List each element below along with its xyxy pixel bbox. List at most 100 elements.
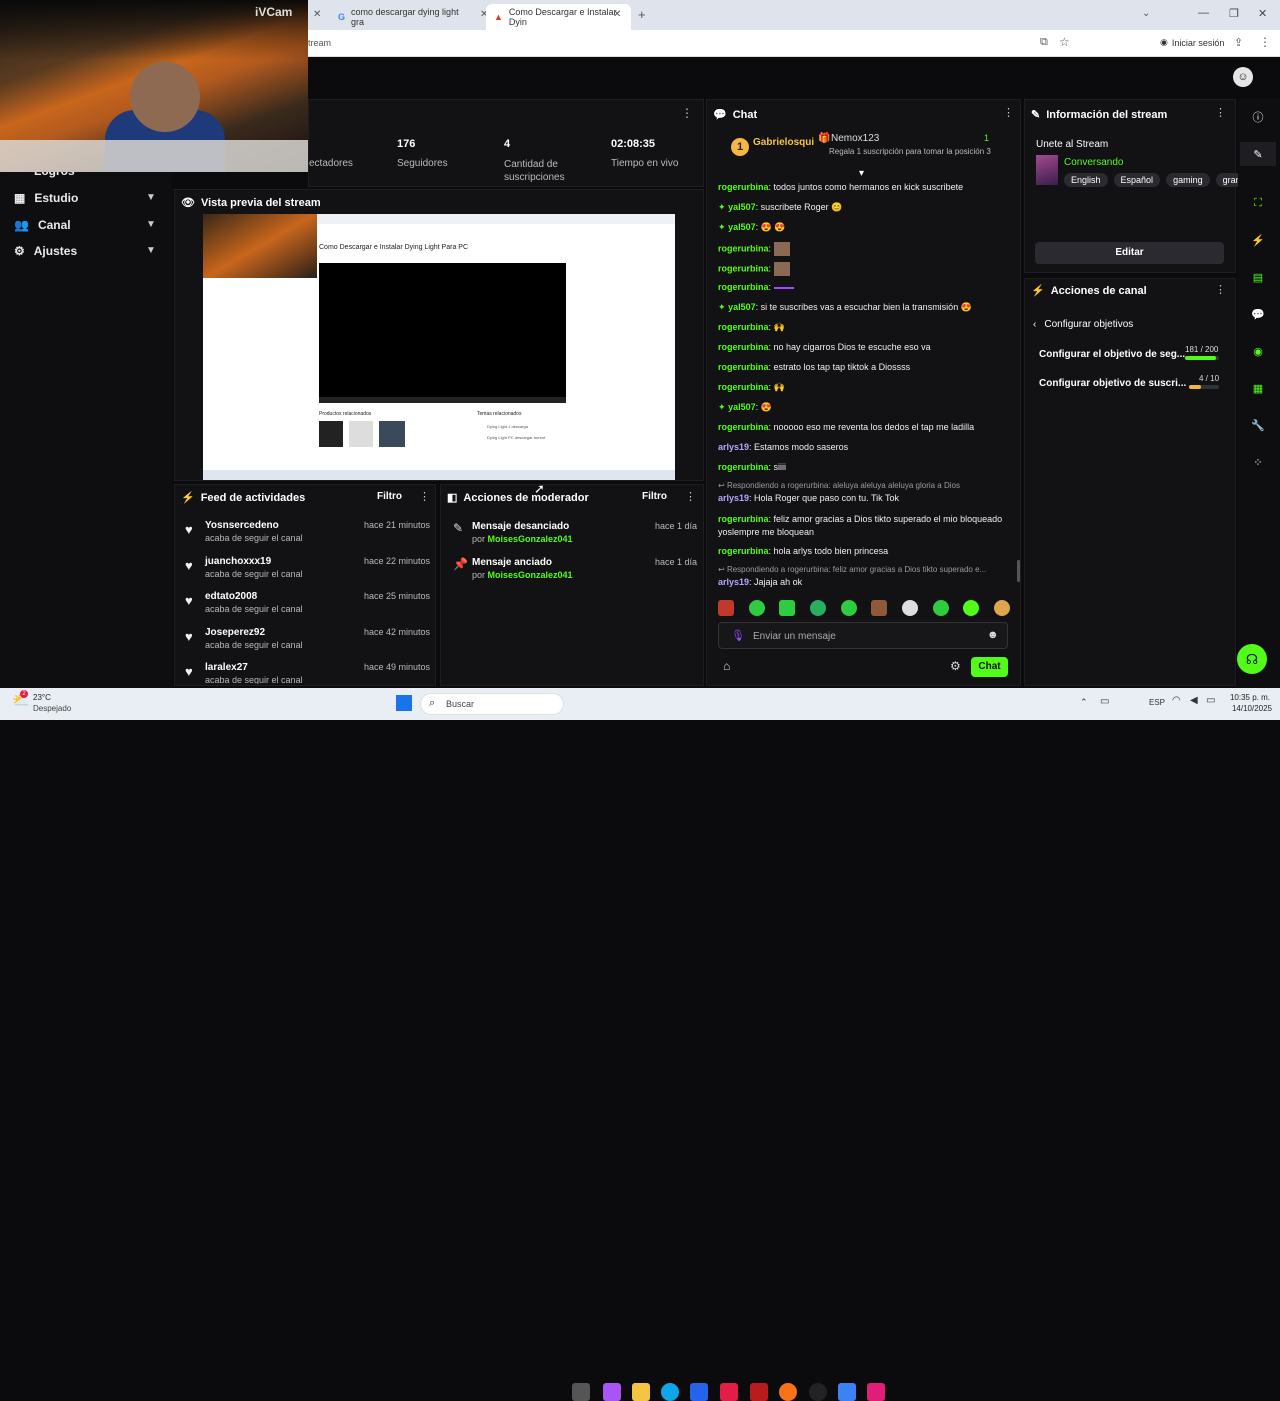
signin-button[interactable]: ◉ Iniciar sesión — [1160, 37, 1224, 48]
mod-user[interactable]: MoisesGonzalez041 — [488, 534, 573, 544]
edge-icon[interactable] — [661, 1383, 679, 1401]
pencil-icon[interactable]: ✎ — [1240, 142, 1276, 166]
chat-input[interactable]: 🎙 Enviar un mensaje ☻ — [718, 622, 1008, 649]
back-to-goals[interactable]: ‹ Configurar objetivos — [1033, 319, 1133, 330]
nav-item-ajustes[interactable]: ⚙ Ajustes — [14, 241, 77, 261]
goal-label[interactable]: Configurar el objetivo de seg... — [1039, 349, 1185, 360]
wifi-icon[interactable]: ◠ — [1172, 695, 1181, 706]
close-tab-icon[interactable]: ✕ — [613, 9, 621, 20]
profile-avatar[interactable]: ☺ — [1233, 67, 1253, 87]
support-headset-icon[interactable]: ☊ — [1237, 644, 1267, 674]
emote-icon[interactable] — [718, 600, 734, 616]
input-language[interactable]: ESP — [1149, 698, 1165, 707]
leader-user-2[interactable]: Nemox123 — [831, 133, 879, 144]
file-explorer-icon[interactable] — [632, 1383, 650, 1401]
chat-menu-icon[interactable]: ⋮ — [1003, 106, 1014, 119]
chat-user[interactable]: rogerurbina — [718, 362, 769, 372]
copilot-icon[interactable] — [603, 1383, 621, 1401]
chat-user[interactable]: yal507 — [728, 202, 756, 212]
maximize-icon[interactable]: ❐ — [1229, 7, 1239, 20]
tag-pill[interactable]: gaming — [1166, 173, 1210, 187]
layout-icon[interactable]: ▦ — [1240, 376, 1276, 400]
chat-user[interactable]: arlys19 — [718, 442, 749, 452]
emote-icon[interactable] — [932, 600, 949, 616]
send-chat-button[interactable]: Chat — [971, 657, 1008, 677]
nav-item-canal[interactable]: 👥 Canal — [14, 215, 71, 235]
feed-menu-icon[interactable]: ⋮ — [419, 490, 430, 503]
tray-icon[interactable]: ▭ — [1100, 696, 1109, 707]
emote-icon[interactable] — [840, 600, 857, 616]
mic-icon[interactable]: 🎙 — [731, 629, 745, 642]
chevron-down-icon[interactable]: ▼ — [146, 219, 156, 230]
mod-menu-icon[interactable]: ⋮ — [685, 490, 696, 503]
store-icon[interactable] — [690, 1383, 708, 1401]
category-thumbnail[interactable] — [1036, 155, 1058, 185]
app-icon[interactable] — [838, 1383, 856, 1401]
taskbar-search[interactable]: ⌕ Buscar — [420, 693, 564, 715]
tray-chevron-icon[interactable]: ⌃ — [1080, 697, 1088, 708]
browser-tab[interactable]: G como descargar dying light gra — [330, 4, 480, 30]
expand-icon[interactable]: ⛶ — [1240, 191, 1276, 215]
chat-user[interactable]: rogerurbina — [718, 263, 769, 273]
weather-temp[interactable]: 23°C — [33, 693, 51, 702]
chat-user[interactable]: rogerurbina — [718, 462, 769, 472]
chat-scrollbar[interactable] — [1017, 560, 1020, 582]
preview-frame[interactable]: Como Descargar e Instalar Dying Light Pa… — [203, 214, 675, 480]
chat-user[interactable]: rogerurbina — [718, 382, 769, 392]
chevron-down-icon[interactable]: ▼ — [146, 245, 156, 256]
channel-menu-icon[interactable]: ⋮ — [1215, 283, 1226, 296]
close-tab-icon[interactable]: ✕ — [313, 9, 321, 20]
star-icon[interactable]: ☆ — [1059, 35, 1070, 49]
wrench-icon[interactable]: 🔧 — [1240, 413, 1276, 437]
chat-user[interactable]: rogerurbina — [718, 322, 769, 332]
mod-user[interactable]: MoisesGonzalez041 — [488, 570, 573, 580]
document-icon[interactable]: ▤ — [1240, 265, 1276, 289]
emote-icon[interactable] — [748, 600, 765, 616]
tiktok-icon[interactable] — [867, 1383, 885, 1401]
url-text[interactable]: tream — [308, 38, 331, 48]
goal-label[interactable]: Configurar objetivo de suscri... — [1039, 378, 1186, 389]
share-icon[interactable]: ⇪ — [1234, 36, 1243, 49]
feed-user[interactable]: juanchoxxx19 — [205, 556, 271, 567]
firefox-icon[interactable] — [779, 1383, 797, 1401]
chat-user[interactable]: rogerurbina — [718, 282, 769, 292]
emote-icon[interactable] — [901, 600, 918, 616]
task-view-icon[interactable] — [572, 1383, 590, 1401]
chat-user[interactable]: rogerurbina — [718, 422, 769, 432]
emoji-icon[interactable]: ☻ — [987, 629, 999, 641]
chat-settings-icon[interactable]: ⚙ — [950, 659, 961, 673]
app-icon[interactable] — [750, 1383, 768, 1401]
emote-icon[interactable] — [993, 600, 1010, 616]
chat-user[interactable]: yal507 — [728, 222, 756, 232]
volume-icon[interactable]: ◀ — [1190, 695, 1198, 706]
broadcast-icon[interactable]: ◉ — [1240, 339, 1276, 363]
feed-user[interactable]: Yosnsercedeno — [205, 520, 279, 531]
tag-pill[interactable]: English — [1064, 173, 1108, 187]
screenshot-icon[interactable]: ⧉ — [1040, 36, 1048, 49]
chat-user[interactable]: arlys19 — [718, 493, 749, 503]
clock-date[interactable]: 14/10/2025 — [1226, 704, 1272, 713]
chat-user[interactable]: rogerurbina — [718, 342, 769, 352]
info-icon[interactable]: ⓘ — [1240, 105, 1276, 129]
chevron-down-icon[interactable]: ▼ — [146, 192, 156, 203]
app-icon[interactable] — [720, 1383, 738, 1401]
emote-icon[interactable] — [963, 600, 980, 616]
chat-user[interactable]: rogerurbina — [718, 514, 769, 524]
collapse-pinned-icon[interactable]: ▾ — [859, 168, 864, 179]
chat-user[interactable]: yal507 — [728, 302, 756, 312]
stream-category[interactable]: Conversando — [1064, 157, 1123, 168]
chat-user[interactable]: arlys19 — [718, 577, 749, 587]
store-icon[interactable]: ⌂ — [723, 659, 730, 673]
new-tab-icon[interactable]: + — [638, 7, 646, 22]
mod-filter-button[interactable]: Filtro — [642, 491, 667, 502]
app-icon[interactable] — [809, 1383, 827, 1401]
menu-dots-icon[interactable]: ⋮ — [1259, 35, 1271, 49]
chat-user[interactable]: rogerurbina — [718, 182, 769, 192]
lightning-icon[interactable]: ⚡ — [1240, 228, 1276, 252]
feed-user[interactable]: edtato2008 — [205, 591, 257, 602]
emote-icon[interactable] — [871, 600, 888, 616]
edit-button[interactable]: Editar — [1035, 242, 1224, 264]
chat-user[interactable]: yal507 — [728, 402, 756, 412]
feed-user[interactable]: laralex27 — [205, 662, 248, 673]
feed-filter-button[interactable]: Filtro — [377, 491, 402, 502]
